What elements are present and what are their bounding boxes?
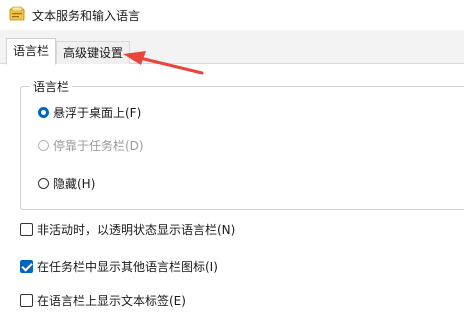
tab-language-bar[interactable]: 语言栏 — [6, 38, 57, 65]
red-arrow-icon — [123, 51, 204, 75]
